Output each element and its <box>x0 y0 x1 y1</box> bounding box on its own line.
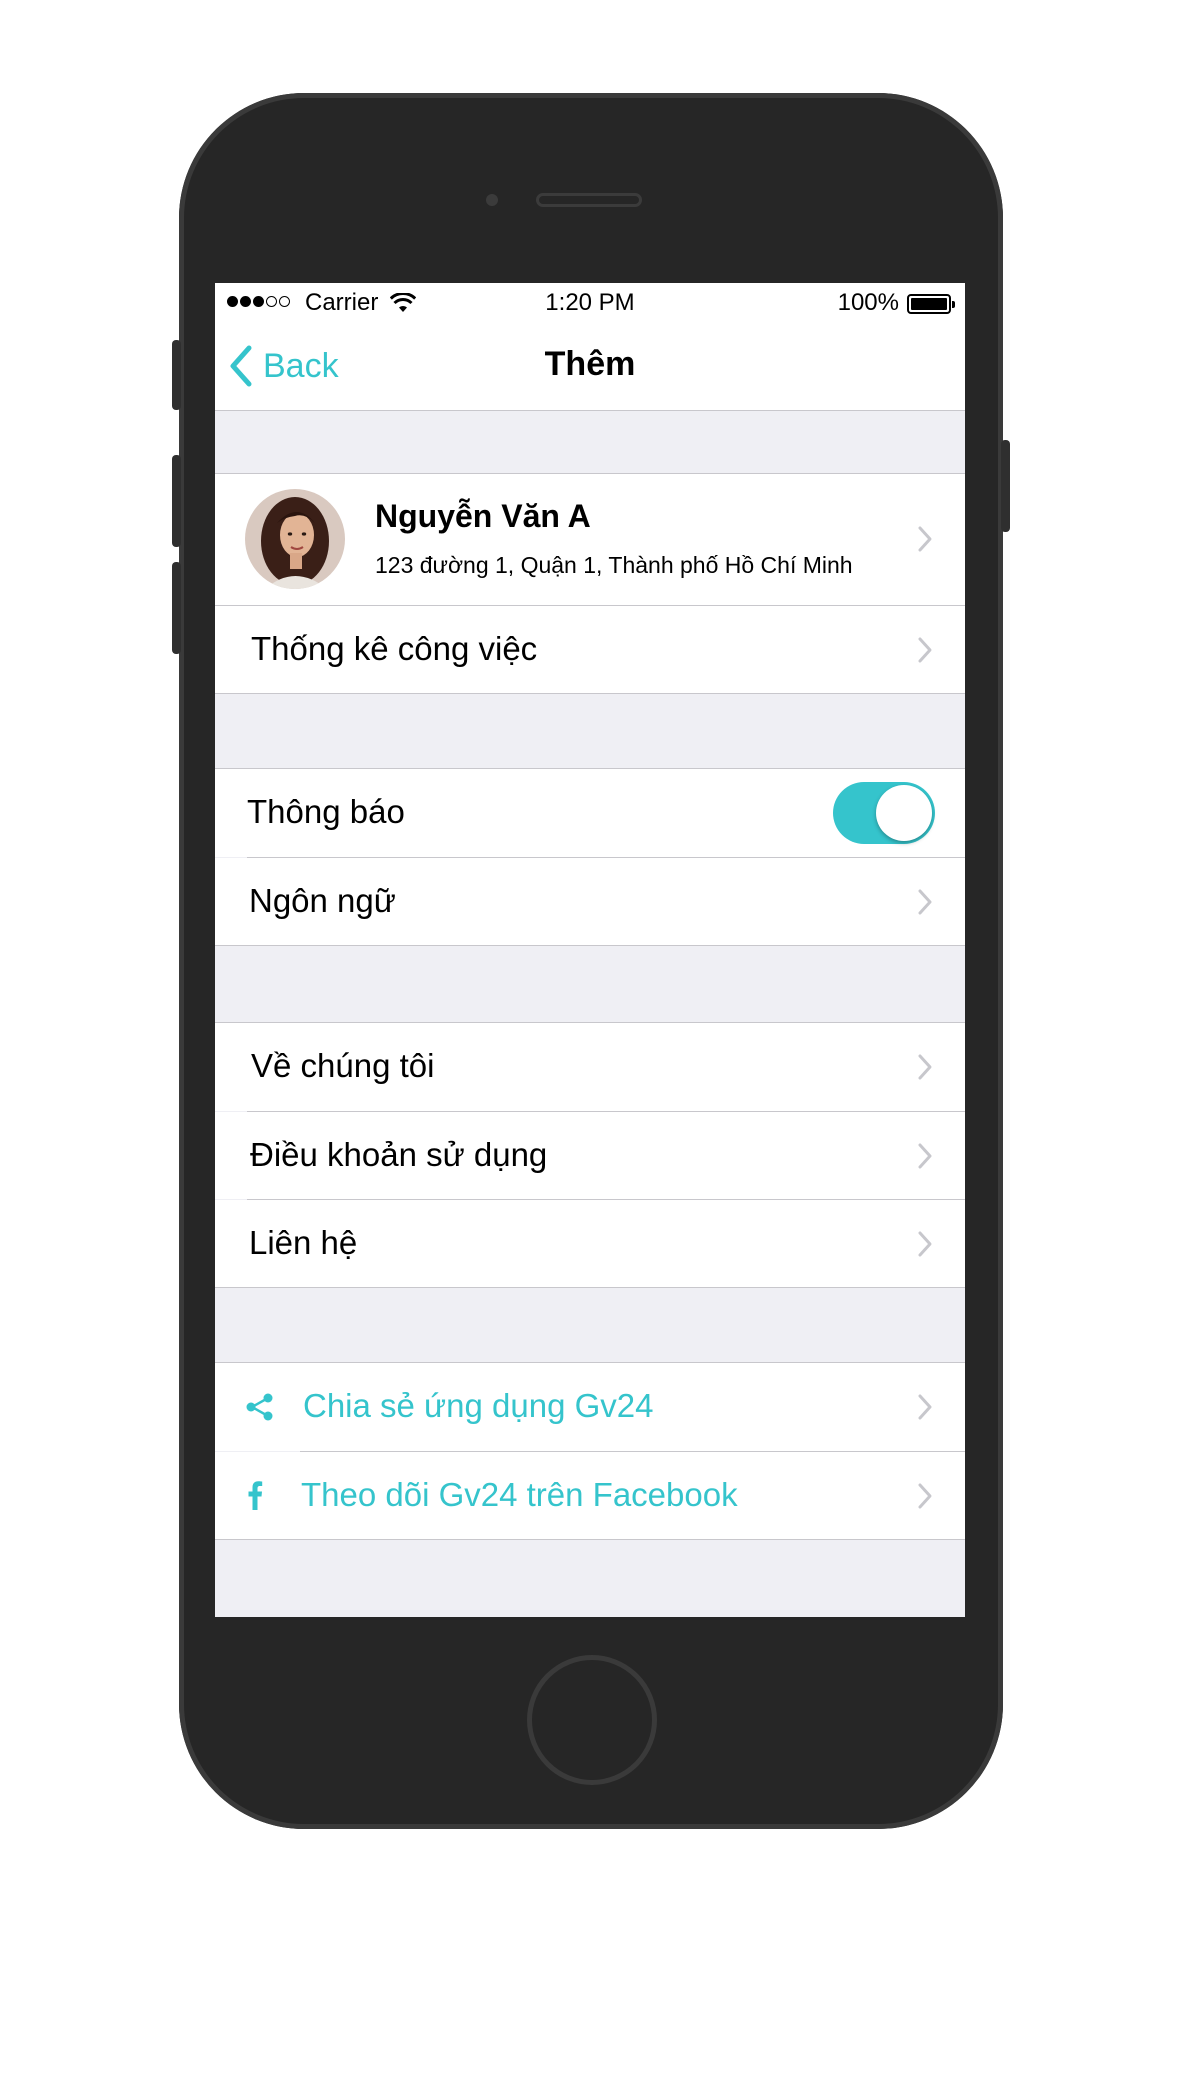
profile-name: Nguyễn Văn A <box>375 498 591 534</box>
power-button <box>1001 440 1010 532</box>
chevron-right-icon <box>918 526 932 552</box>
chevron-right-icon <box>918 1483 932 1509</box>
page-title: Thêm <box>544 345 636 383</box>
notifications-toggle[interactable] <box>833 782 935 844</box>
share-icon <box>246 1393 273 1421</box>
separator <box>215 945 965 946</box>
notifications-row: Thông báo <box>215 769 965 857</box>
contact-row[interactable]: Liên hệ <box>215 1200 965 1287</box>
terms-label: Điều khoản sử dụng <box>250 1136 548 1173</box>
separator <box>215 1539 965 1540</box>
about-label: Về chúng tôi <box>251 1047 435 1084</box>
avatar <box>245 489 345 589</box>
facebook-icon <box>248 1481 263 1510</box>
work-stats-label: Thống kê công việc <box>251 630 538 667</box>
volume-up-button <box>172 455 181 547</box>
terms-row[interactable]: Điều khoản sử dụng <box>215 1112 965 1199</box>
separator <box>215 693 965 694</box>
navigation-bar: Back Thêm <box>215 323 965 411</box>
earpiece-speaker <box>536 193 642 207</box>
battery-icon <box>907 294 955 314</box>
chevron-right-icon <box>918 637 932 663</box>
profile-address: 123 đường 1, Quận 1, Thành phố Hồ Chí Mi… <box>375 552 853 578</box>
language-row[interactable]: Ngôn ngữ <box>215 858 965 945</box>
work-stats-row[interactable]: Thống kê công việc <box>215 606 965 693</box>
about-row[interactable]: Về chúng tôi <box>215 1023 965 1111</box>
battery-percentage: 100% <box>837 289 899 316</box>
share-app-label: Chia sẻ ứng dụng Gv24 <box>303 1387 654 1424</box>
app-screen: Carrier 1:20 PM 100% Back Thêm Nguyễn Vă… <box>215 283 965 1617</box>
front-camera <box>486 194 498 206</box>
notifications-label: Thông báo <box>247 793 405 830</box>
contact-label: Liên hệ <box>249 1224 358 1261</box>
separator <box>215 1287 965 1288</box>
status-bar: Carrier 1:20 PM 100% <box>215 283 965 323</box>
volume-down-button <box>172 562 181 654</box>
mute-switch <box>172 340 181 410</box>
home-button[interactable] <box>527 1655 657 1785</box>
share-app-row[interactable]: Chia sẻ ứng dụng Gv24 <box>215 1363 965 1451</box>
chevron-right-icon <box>918 1231 932 1257</box>
follow-facebook-label: Theo dõi Gv24 trên Facebook <box>301 1476 738 1513</box>
follow-facebook-row[interactable]: Theo dõi Gv24 trên Facebook <box>215 1452 965 1539</box>
language-label: Ngôn ngữ <box>249 882 396 919</box>
profile-cell[interactable]: Nguyễn Văn A 123 đường 1, Quận 1, Thành … <box>215 474 965 605</box>
chevron-right-icon <box>918 889 932 915</box>
chevron-right-icon <box>918 1054 932 1080</box>
chevron-right-icon <box>918 1394 932 1420</box>
chevron-right-icon <box>918 1143 932 1169</box>
